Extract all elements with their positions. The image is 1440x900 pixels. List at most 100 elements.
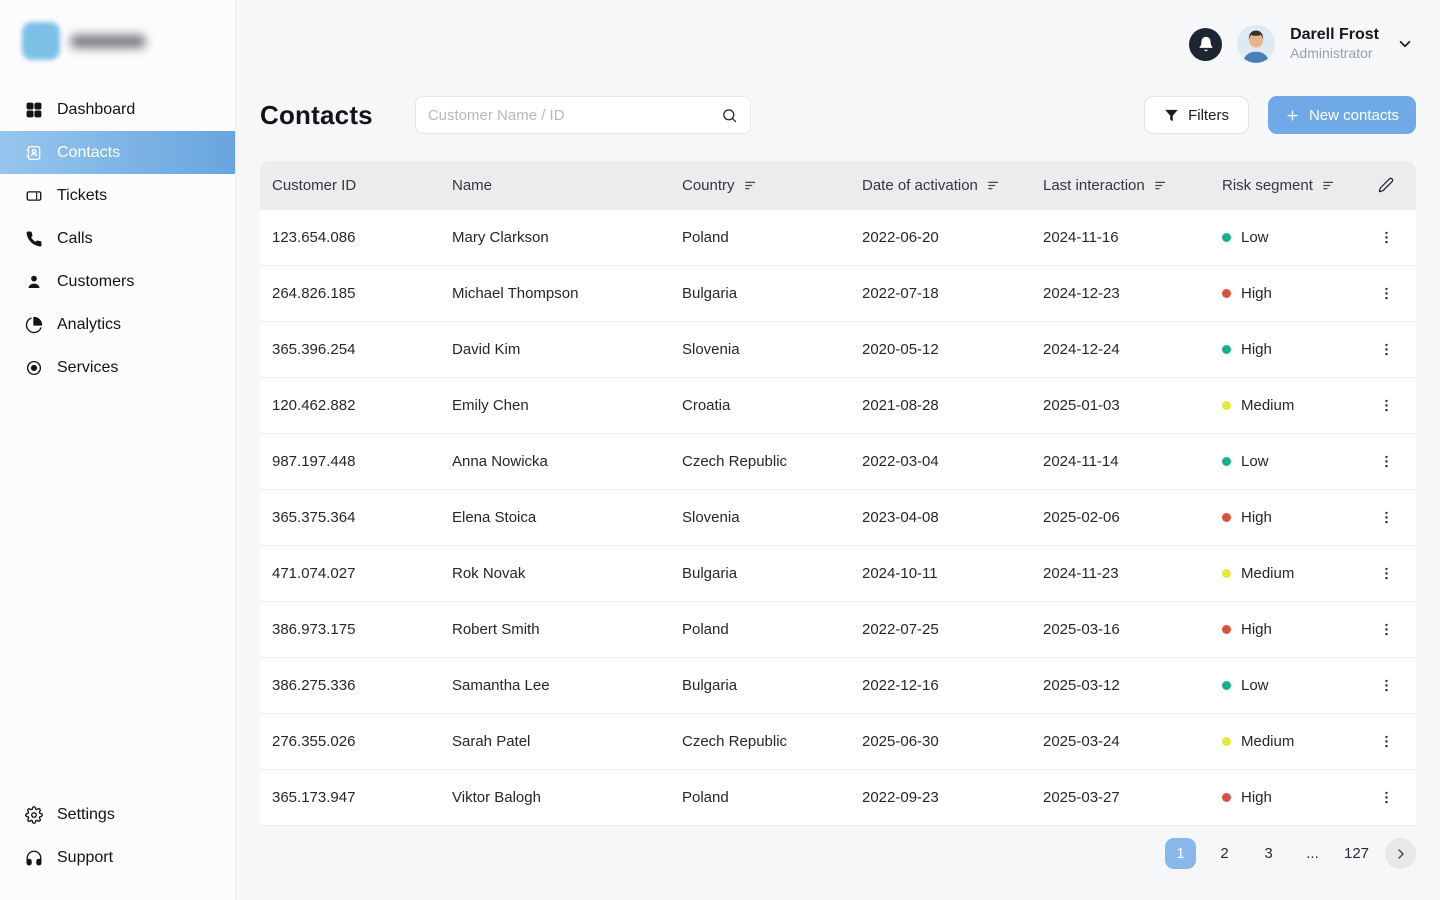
risk-label: Medium [1241, 565, 1294, 582]
header-actions: Filters New contacts [1144, 96, 1416, 134]
cell-country: Czech Republic [670, 453, 850, 470]
risk-dot [1222, 345, 1231, 354]
kebab-icon [1378, 509, 1395, 526]
kebab-icon [1378, 397, 1395, 414]
sidebar-item-customers[interactable]: Customers [0, 260, 235, 303]
cell-last-interaction: 2024-11-14 [1031, 453, 1210, 470]
column-header-country[interactable]: Country [670, 177, 850, 194]
row-menu-button[interactable] [1374, 225, 1399, 250]
row-menu-button[interactable] [1374, 673, 1399, 698]
cell-name: Robert Smith [440, 621, 670, 638]
sidebar-item-analytics[interactable]: Analytics [0, 303, 235, 346]
filter-icon [1164, 108, 1179, 123]
calls-icon [25, 230, 43, 248]
avatar[interactable] [1237, 25, 1275, 63]
cell-customer-id: 365.375.364 [260, 509, 440, 526]
sort-icon[interactable] [1321, 178, 1336, 193]
sidebar-item-calls[interactable]: Calls [0, 217, 235, 260]
row-menu-button[interactable] [1374, 337, 1399, 362]
edit-icon [1378, 177, 1394, 193]
kebab-icon [1378, 677, 1395, 694]
column-header-date-of-activation[interactable]: Date of activation [850, 177, 1031, 194]
cell-date-of-activation: 2022-07-18 [850, 285, 1031, 302]
next-page-button[interactable] [1385, 838, 1416, 869]
user-role: Administrator [1290, 45, 1379, 63]
cell-date-of-activation: 2022-07-25 [850, 621, 1031, 638]
risk-dot [1222, 681, 1231, 690]
sidebar-item-label: Contacts [57, 144, 120, 162]
sidebar-item-contacts[interactable]: Contacts [0, 131, 235, 174]
table-row-mary-clarkson: 123.654.086 Mary Clarkson Poland 2022-06… [260, 209, 1416, 265]
sidebar-item-settings[interactable]: Settings [0, 793, 235, 836]
cell-customer-id: 365.173.947 [260, 789, 440, 806]
search-input[interactable] [428, 107, 713, 124]
column-header-risk-segment[interactable]: Risk segment [1210, 177, 1356, 194]
column-header-name[interactable]: Name [440, 177, 670, 194]
tickets-icon [25, 187, 43, 205]
cell-name: Michael Thompson [440, 285, 670, 302]
column-header-last-interaction[interactable]: Last interaction [1031, 177, 1210, 194]
risk-label: Low [1241, 229, 1269, 246]
cell-country: Poland [670, 621, 850, 638]
page-button-127[interactable]: 127 [1341, 838, 1372, 869]
row-menu-button[interactable] [1374, 505, 1399, 530]
cell-country: Bulgaria [670, 565, 850, 582]
row-menu-button[interactable] [1374, 281, 1399, 306]
column-header-label: Name [452, 177, 492, 194]
search-icon[interactable] [721, 107, 738, 124]
dashboard-icon [25, 101, 43, 119]
notifications-button[interactable] [1189, 28, 1222, 61]
cell-last-interaction: 2025-03-12 [1031, 677, 1210, 694]
cell-country: Croatia [670, 397, 850, 414]
sidebar-item-dashboard[interactable]: Dashboard [0, 88, 235, 131]
cell-customer-id: 365.396.254 [260, 341, 440, 358]
page-button-3[interactable]: 3 [1253, 838, 1284, 869]
cell-customer-id: 386.275.336 [260, 677, 440, 694]
cell-last-interaction: 2025-01-03 [1031, 397, 1210, 414]
kebab-icon [1378, 565, 1395, 582]
sort-icon[interactable] [743, 178, 758, 193]
table-body: 123.654.086 Mary Clarkson Poland 2022-06… [260, 209, 1416, 825]
cell-last-interaction: 2025-03-27 [1031, 789, 1210, 806]
user-menu-toggle[interactable] [1394, 33, 1416, 55]
user-name: Darell Frost [1290, 25, 1379, 45]
table-row-robert-smith: 386.973.175 Robert Smith Poland 2022-07-… [260, 601, 1416, 657]
sidebar-item-label: Settings [57, 806, 115, 824]
cell-name: Viktor Balogh [440, 789, 670, 806]
column-header-edit[interactable] [1356, 177, 1416, 193]
cell-risk-segment: Medium [1210, 565, 1356, 582]
sort-icon[interactable] [986, 178, 1001, 193]
page-header: Contacts Filters New c [260, 96, 1416, 134]
filters-button[interactable]: Filters [1144, 96, 1249, 134]
column-header-customer-id[interactable]: Customer ID [260, 177, 440, 194]
cell-date-of-activation: 2022-09-23 [850, 789, 1031, 806]
row-menu-button[interactable] [1374, 393, 1399, 418]
sort-icon[interactable] [1153, 178, 1168, 193]
row-menu-button[interactable] [1374, 561, 1399, 586]
cell-country: Bulgaria [670, 677, 850, 694]
cell-name: Rok Novak [440, 565, 670, 582]
sidebar-item-label: Tickets [57, 187, 107, 205]
cell-date-of-activation: 2022-12-16 [850, 677, 1031, 694]
cell-last-interaction: 2024-11-16 [1031, 229, 1210, 246]
kebab-icon [1378, 789, 1395, 806]
row-menu-button[interactable] [1374, 729, 1399, 754]
new-contacts-button[interactable]: New contacts [1268, 96, 1416, 134]
topbar: Darell Frost Administrator [260, 24, 1416, 64]
plus-icon [1285, 108, 1300, 123]
risk-label: Medium [1241, 733, 1294, 750]
page-button: ... [1297, 838, 1328, 869]
cell-date-of-activation: 2022-06-20 [850, 229, 1031, 246]
sidebar-item-support[interactable]: Support [0, 836, 235, 879]
column-header-label: Customer ID [272, 177, 356, 194]
page-button-2[interactable]: 2 [1209, 838, 1240, 869]
row-menu-button[interactable] [1374, 449, 1399, 474]
table-row-viktor-balogh: 365.173.947 Viktor Balogh Poland 2022-09… [260, 769, 1416, 825]
sidebar-item-tickets[interactable]: Tickets [0, 174, 235, 217]
row-menu-button[interactable] [1374, 785, 1399, 810]
row-menu-button[interactable] [1374, 617, 1399, 642]
sidebar-item-label: Customers [57, 273, 134, 291]
sidebar-item-services[interactable]: Services [0, 346, 235, 389]
brand-logo-text-blurred [71, 35, 145, 48]
page-button-1[interactable]: 1 [1165, 838, 1196, 869]
